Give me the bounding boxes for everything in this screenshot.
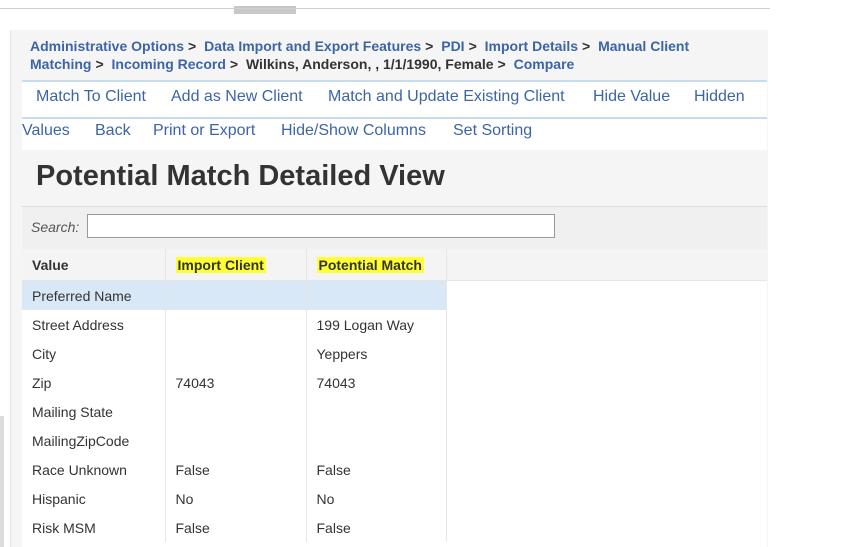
column-header-label: Potential Match (316, 256, 424, 273)
table-row[interactable]: Preferred Name (22, 280, 447, 310)
breadcrumb-record-name: Wilkins, Anderson, , 1/1/1990, Female (245, 56, 494, 72)
table-cell (306, 280, 447, 310)
column-header-value[interactable]: Value (22, 249, 166, 281)
breadcrumb-separator: > (497, 56, 506, 72)
column-header-label: Value (32, 256, 69, 273)
hide-value-button[interactable]: Hide Value (593, 88, 670, 106)
comparison-table: Value Import Client Potential Match Pref… (22, 249, 447, 542)
breadcrumb-administrative-options[interactable]: Administrative Options (30, 38, 184, 54)
table-cell: Preferred Name (22, 280, 166, 310)
left-scroll-indicator (0, 416, 4, 547)
table-cell: MailingZipCode (22, 426, 166, 455)
table-cell (306, 426, 447, 455)
page-title: Potential Match Detailed View (36, 160, 445, 192)
table-row[interactable]: Mailing State (22, 397, 447, 426)
table-cell: 199 Logan Way (306, 310, 447, 339)
table-cell: Street Address (22, 310, 166, 339)
match-and-update-button[interactable]: Match and Update Existing Client (328, 88, 565, 106)
table-cell: Yeppers (306, 339, 447, 368)
set-sorting-button[interactable]: Set Sorting (453, 122, 532, 140)
table-cell (165, 397, 307, 426)
grid-header-filler (446, 249, 767, 281)
breadcrumb-separator: > (229, 56, 239, 72)
table-row[interactable]: MailingZipCode (22, 426, 447, 455)
table-row[interactable]: Hispanic No No (22, 484, 447, 513)
breadcrumb-data-import-export[interactable]: Data Import and Export Features (204, 38, 421, 54)
table-cell: False (165, 455, 307, 484)
column-header-import-client[interactable]: Import Client (165, 249, 307, 281)
table-cell: Risk MSM (22, 513, 166, 542)
column-header-potential-match[interactable]: Potential Match (306, 249, 447, 281)
table-row[interactable]: Race Unknown False False (22, 455, 447, 484)
hidden-values-button[interactable]: Hidden (694, 88, 745, 106)
table-cell: Hispanic (22, 484, 166, 513)
table-cell: No (165, 484, 307, 513)
search-input[interactable] (87, 214, 555, 238)
table-cell (165, 426, 307, 455)
print-or-export-button[interactable]: Print or Export (153, 122, 255, 140)
table-cell: False (306, 455, 447, 484)
breadcrumb-separator: > (95, 56, 104, 72)
top-divider (0, 8, 770, 9)
table-row[interactable]: Zip 74043 74043 (22, 368, 447, 397)
table-row[interactable]: Risk MSM False False (22, 513, 447, 542)
hidden-values-button-continued[interactable]: Values (22, 122, 70, 140)
breadcrumb-pdi[interactable]: PDI (441, 38, 464, 54)
breadcrumb: Administrative Options > Data Import and … (30, 37, 750, 73)
breadcrumb-separator: > (468, 38, 477, 54)
table-cell (165, 310, 307, 339)
breadcrumb-separator: > (188, 38, 197, 54)
breadcrumb-compare[interactable]: Compare (514, 56, 575, 72)
breadcrumb-import-details[interactable]: Import Details (485, 38, 578, 54)
table-cell: 74043 (165, 368, 307, 397)
breadcrumb-separator: > (582, 38, 591, 54)
table-cell: False (165, 513, 307, 542)
back-button[interactable]: Back (95, 122, 131, 140)
table-cell: Mailing State (22, 397, 166, 426)
table-cell (165, 280, 307, 310)
table-row[interactable]: Street Address 199 Logan Way (22, 310, 447, 339)
table-cell: False (306, 513, 447, 542)
table-cell: No (306, 484, 447, 513)
hide-show-columns-button[interactable]: Hide/Show Columns (281, 122, 426, 140)
column-header-label: Import Client (175, 256, 266, 273)
table-header-row: Value Import Client Potential Match (22, 249, 447, 281)
search-label: Search: (31, 219, 80, 235)
add-as-new-client-button[interactable]: Add as New Client (171, 88, 303, 106)
table-row[interactable]: City Yeppers (22, 339, 447, 368)
table-cell: Zip (22, 368, 166, 397)
table-cell: 74043 (306, 368, 447, 397)
table-cell: Race Unknown (22, 455, 166, 484)
table-cell (165, 339, 307, 368)
breadcrumb-separator: > (425, 38, 434, 54)
match-to-client-button[interactable]: Match To Client (36, 88, 146, 106)
breadcrumb-incoming-record[interactable]: Incoming Record (112, 56, 226, 72)
table-cell: City (22, 339, 166, 368)
table-cell (306, 397, 447, 426)
